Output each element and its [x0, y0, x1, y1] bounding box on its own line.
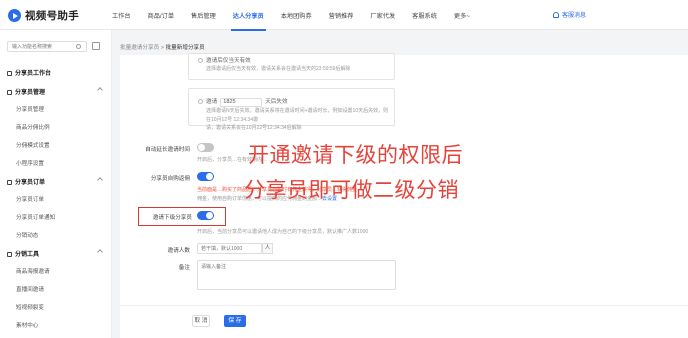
- home-icon: [7, 71, 12, 76]
- cancel-button[interactable]: 取 消: [192, 315, 210, 327]
- nav-sharer[interactable]: 达人分享员: [230, 11, 266, 31]
- tools-icon: [7, 252, 12, 257]
- user-icon: [7, 90, 12, 95]
- top-bar: 视频号助手 工作台 商品/订单 售后管理 达人分享员 本地团购券 营销推荐 厂家…: [0, 0, 688, 31]
- days-input[interactable]: 1825: [220, 98, 263, 107]
- nav-aftersale[interactable]: 售后管理: [191, 11, 216, 20]
- sidebar-item-miniprogram[interactable]: 小程序设置: [0, 159, 111, 167]
- invite-sub-label: 邀请下级分享员: [152, 215, 192, 221]
- customer-message-link[interactable]: 客服消息: [553, 10, 586, 19]
- nav-goods-orders[interactable]: 商品/订单: [148, 11, 174, 20]
- sidebar-group-workbench[interactable]: 分享员工作台: [0, 68, 111, 77]
- sidebar-item-commission-ratio[interactable]: 商品分佣比例: [0, 123, 111, 131]
- play-logo-icon: [8, 9, 21, 22]
- collapse-menu-icon[interactable]: [92, 42, 100, 50]
- auto-extend-label: 自动延长邀请时间: [145, 147, 190, 153]
- app-logo[interactable]: 视频号助手: [8, 8, 79, 23]
- search-icon[interactable]: [76, 44, 81, 49]
- nav-local-group[interactable]: 本地团购券: [281, 11, 312, 20]
- bell-icon: [553, 11, 559, 18]
- toggle-knob: [206, 173, 213, 180]
- top-nav: 工作台 商品/订单 售后管理 达人分享员 本地团购券 营销推荐 厂家代发 客服系…: [112, 0, 487, 31]
- sidebar-item-video-fission[interactable]: 短视频裂变: [0, 303, 111, 311]
- annotation-line-2: 分享员即可做二级分销: [244, 178, 459, 202]
- invite-count-input[interactable]: [197, 243, 262, 254]
- auto-extend-toggle[interactable]: [197, 143, 214, 152]
- breadcrumb-current: 批量新增分享员: [165, 45, 205, 51]
- radio-button[interactable]: [198, 99, 203, 104]
- nav-marketing[interactable]: 营销推荐: [329, 11, 354, 20]
- nav-workbench[interactable]: 工作台: [112, 11, 131, 20]
- breadcrumb-parent[interactable]: 批量邀请分享员: [120, 45, 159, 51]
- binding-option-days-desc: 选择邀请N天后失效，邀请关系将在邀请时间+邀请时长，例如设置10天后失效，则在1…: [206, 108, 389, 131]
- toggle-knob: [206, 212, 213, 219]
- form-footer: 取 消 保 存: [120, 305, 688, 338]
- binding-option-days[interactable]: 邀请 1825 天后失效: [198, 97, 288, 107]
- chevron-up-icon: [97, 87, 103, 93]
- breadcrumb: 批量邀请分享员 > 批量新增分享员: [120, 45, 205, 51]
- radio-button[interactable]: [198, 58, 203, 63]
- invite-sub-toggle[interactable]: [197, 211, 214, 220]
- remark-textarea[interactable]: [197, 260, 396, 290]
- order-icon: [7, 180, 12, 185]
- annotation-line-1: 开通邀请下级的权限后: [248, 143, 463, 167]
- app-name: 视频号助手: [25, 10, 79, 22]
- invite-count-label: 邀请人数: [167, 248, 190, 254]
- self-buy-label: 分享员自购返佣: [150, 176, 190, 182]
- binding-option-today-desc: 选择邀请后仅当天有效，邀请关系会在邀请当天的23:59:59后解除: [206, 66, 351, 72]
- nav-more[interactable]: 更多~: [454, 11, 470, 20]
- notify-label: 客服消息: [562, 13, 587, 19]
- sidebar-search-input[interactable]: [7, 41, 87, 52]
- sidebar-group-sharer-mgmt[interactable]: 分享员管理: [0, 87, 111, 96]
- toggle-knob: [198, 144, 205, 151]
- sidebar: 分享员工作台 分享员管理 分享员管理 商品分佣比例 分佣模式设置 小程序设置 分…: [0, 30, 112, 338]
- save-button[interactable]: 保 存: [224, 315, 246, 327]
- nav-dropship[interactable]: 厂家代发: [370, 11, 395, 20]
- invite-count-unit: 人: [262, 243, 273, 254]
- invite-sub-hint: 开启后，当前分享员可以邀请他人成为自己的下级分享员，默认推广人数1000: [197, 229, 369, 235]
- sidebar-item-dynamics[interactable]: 分销动态: [0, 231, 111, 239]
- sidebar-item-live-invite[interactable]: 直播间邀请: [0, 285, 111, 293]
- remark-label: 备注: [178, 265, 190, 271]
- sidebar-item-orders[interactable]: 分享员订单: [0, 195, 111, 203]
- nav-service[interactable]: 客服系统: [412, 11, 437, 20]
- self-buy-toggle[interactable]: [197, 172, 214, 181]
- binding-option-today[interactable]: 邀请后仅当天有效: [198, 56, 251, 64]
- sidebar-item-materials[interactable]: 素材中心: [0, 321, 111, 329]
- sidebar-item-sharer-mgmt[interactable]: 分享员管理: [0, 105, 111, 113]
